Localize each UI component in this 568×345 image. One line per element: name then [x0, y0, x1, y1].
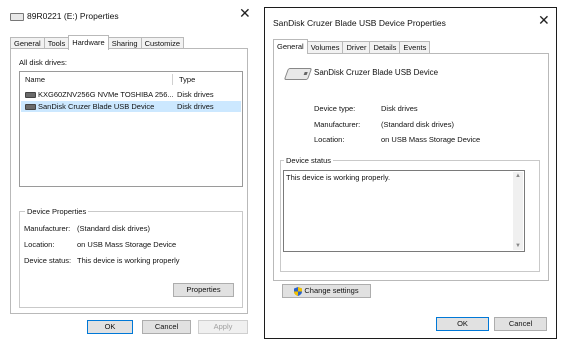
- device-status-text: This device is working properly.: [286, 173, 391, 182]
- hardware-tab-panel: All disk drives: Name Type KXG60ZNV256G …: [10, 48, 248, 314]
- device-type-value: Disk drives: [381, 104, 418, 113]
- list-item[interactable]: KXG60ZNV256G NVMe TOSHIBA 256... Disk dr…: [21, 89, 241, 100]
- tab-general[interactable]: General: [273, 39, 308, 54]
- drive-name: KXG60ZNV256G NVMe TOSHIBA 256...: [38, 90, 174, 99]
- drive-icon: [10, 13, 24, 21]
- device-type-label: Device type:: [314, 104, 356, 113]
- drive-list[interactable]: Name Type KXG60ZNV256G NVMe TOSHIBA 256.…: [19, 71, 243, 187]
- tab-strip: General Volumes Driver Details Events: [273, 39, 431, 54]
- drive-properties-window: 89R0221 (E:) Properties ✕ General Tools …: [0, 0, 258, 345]
- uac-shield-icon: [294, 286, 303, 296]
- apply-button[interactable]: Apply: [198, 320, 248, 334]
- column-separator[interactable]: [172, 74, 173, 85]
- status-scrollbar[interactable]: ▲ ▼: [513, 172, 523, 250]
- cancel-button[interactable]: Cancel: [142, 320, 191, 334]
- device-status-label: Device status: [284, 156, 334, 165]
- device-status-label: Device status:: [24, 256, 72, 265]
- ok-button[interactable]: OK: [87, 320, 133, 334]
- cancel-button[interactable]: Cancel: [494, 317, 547, 331]
- change-settings-label: Change settings: [304, 286, 359, 295]
- column-name[interactable]: Name: [25, 75, 45, 84]
- manufacturer-label: Manufacturer:: [314, 120, 361, 129]
- usb-drive-icon: [283, 68, 313, 80]
- change-settings-button[interactable]: Change settings: [282, 284, 371, 298]
- device-properties-title: Device Properties: [25, 207, 89, 216]
- manufacturer-value: (Standard disk drives): [77, 224, 150, 233]
- list-header: Name Type: [20, 72, 242, 86]
- location-label: Location:: [24, 240, 55, 249]
- list-item-selected[interactable]: SanDisk Cruzer Blade USB Device Disk dri…: [21, 101, 241, 112]
- manufacturer-label: Manufacturer:: [24, 224, 71, 233]
- device-properties-group: Device Properties Manufacturer: (Standar…: [19, 207, 243, 308]
- close-icon[interactable]: ✕: [538, 13, 550, 27]
- window-title: SanDisk Cruzer Blade USB Device Properti…: [273, 18, 446, 28]
- drive-type: Disk drives: [177, 90, 214, 99]
- title-bar: 89R0221 (E:) Properties ✕: [0, 0, 258, 30]
- disk-drive-icon: [25, 104, 36, 111]
- device-properties-window: SanDisk Cruzer Blade USB Device Properti…: [264, 7, 557, 339]
- all-disk-drives-label: All disk drives:: [19, 58, 67, 67]
- tab-hardware[interactable]: Hardware: [68, 35, 109, 50]
- location-label: Location:: [314, 135, 345, 144]
- device-status-textbox[interactable]: This device is working properly. ▲ ▼: [283, 170, 525, 252]
- device-status-group: Device status This device is working pro…: [280, 156, 540, 272]
- device-name: SanDisk Cruzer Blade USB Device: [314, 68, 439, 77]
- title-bar: SanDisk Cruzer Blade USB Device Properti…: [265, 8, 556, 38]
- ok-button[interactable]: OK: [436, 317, 489, 331]
- drive-type: Disk drives: [177, 102, 214, 111]
- location-value: on USB Mass Storage Device: [77, 240, 177, 249]
- scroll-down-icon[interactable]: ▼: [513, 243, 523, 249]
- device-status-value: This device is working properly: [77, 256, 180, 265]
- general-tab-panel: SanDisk Cruzer Blade USB Device Device t…: [273, 53, 549, 281]
- manufacturer-value: (Standard disk drives): [381, 120, 454, 129]
- close-icon[interactable]: ✕: [239, 6, 251, 20]
- drive-name: SanDisk Cruzer Blade USB Device: [38, 102, 155, 111]
- location-value: on USB Mass Storage Device: [381, 135, 481, 144]
- column-type[interactable]: Type: [179, 75, 195, 84]
- properties-button[interactable]: Properties: [173, 283, 234, 297]
- window-title: 89R0221 (E:) Properties: [27, 11, 119, 21]
- disk-drive-icon: [25, 92, 36, 99]
- scroll-up-icon[interactable]: ▲: [513, 173, 523, 179]
